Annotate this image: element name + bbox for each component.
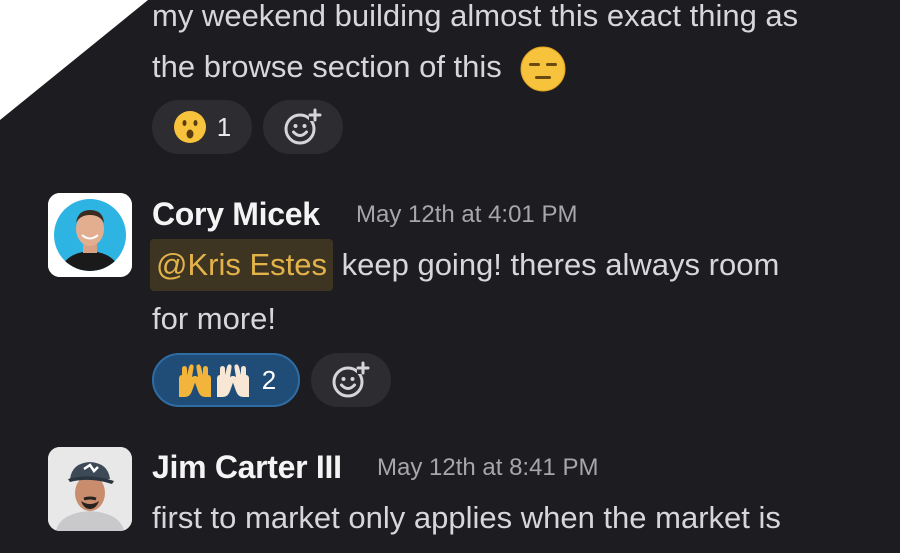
add-reaction-button[interactable] [311,353,391,407]
avatar-cory-micek[interactable] [48,193,132,277]
avatar-jim-carter[interactable] [48,447,132,531]
message-author[interactable]: Jim Carter III [152,449,342,486]
reaction-hushed[interactable]: 1 [152,100,252,154]
message-text-line: the browse section of this [152,41,566,93]
message-author[interactable]: Cory Micek [152,196,320,233]
expressionless-face-icon [520,46,566,92]
reaction-count: 1 [216,111,232,142]
add-reaction-button[interactable] [263,100,343,154]
message-text-line: @Kris Estes keep going! theres always ro… [150,239,780,291]
message-text-line: first to market only applies when the ma… [152,500,781,535]
message-text: keep going! theres always room [333,247,780,282]
hushed-face-icon [173,110,207,144]
message-timestamp[interactable]: May 12th at 4:01 PM [356,201,577,229]
add-emoji-icon [331,360,371,400]
reaction-raising-hands[interactable]: 2 [152,353,300,407]
add-emoji-icon [283,107,323,147]
message-text: the browse section of this [152,49,502,84]
raising-hands-icon [176,361,252,399]
message-panel: my weekend building almost this exact th… [0,0,900,553]
message-timestamp[interactable]: May 12th at 8:41 PM [377,454,598,482]
message-text-line: my weekend building almost this exact th… [152,0,799,33]
message-text-line: for more! [152,301,277,336]
user-mention[interactable]: @Kris Estes [150,239,333,291]
reaction-count: 2 [261,364,277,395]
